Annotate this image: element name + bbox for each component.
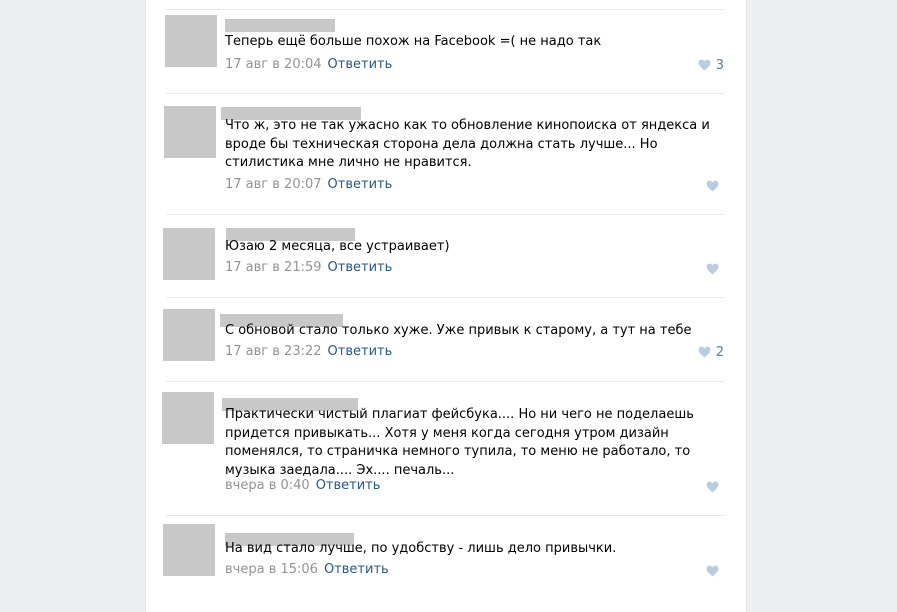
comment-text: Юзаю 2 месяца, все устраивает) <box>225 239 450 254</box>
comment-date[interactable]: 17 авг в 20:07 <box>225 177 322 192</box>
comments-feed: Теперь ещё больше похож на Facebook =( н… <box>145 0 747 612</box>
comment-date[interactable]: 17 авг в 21:59 <box>225 260 322 275</box>
like-button[interactable]: 3 <box>698 57 724 73</box>
comment-divider <box>166 297 724 298</box>
comment-divider <box>166 381 724 382</box>
heart-icon <box>706 565 719 577</box>
like-count: 2 <box>715 344 724 360</box>
comment-text: С обновой стало только хуже. Уже привык … <box>225 323 692 338</box>
heart-icon <box>698 346 711 358</box>
comment-text: На вид стало лучше, по удобству - лишь д… <box>225 541 617 556</box>
reply-link[interactable]: Ответить <box>328 344 393 359</box>
comment-divider <box>166 515 724 516</box>
like-button[interactable] <box>706 262 724 276</box>
reply-link[interactable]: Ответить <box>328 57 393 72</box>
author-name-redacted[interactable] <box>225 19 335 32</box>
like-button[interactable]: 2 <box>698 344 724 360</box>
avatar[interactable] <box>163 228 215 280</box>
comment-date[interactable]: 17 авг в 23:22 <box>225 344 322 359</box>
heart-icon <box>706 481 719 493</box>
like-button[interactable] <box>706 564 724 578</box>
avatar[interactable] <box>163 309 215 361</box>
avatar[interactable] <box>162 392 214 444</box>
avatar[interactable] <box>163 524 215 576</box>
comment-divider <box>166 9 724 10</box>
comment-meta: 17 авг в 23:22 Ответить <box>225 344 392 360</box>
comment-meta: вчера в 15:06 Ответить <box>225 562 389 578</box>
reply-link[interactable]: Ответить <box>328 177 393 192</box>
comment-date[interactable]: вчера в 0:40 <box>225 478 310 493</box>
comment-date[interactable]: 17 авг в 20:04 <box>225 57 322 72</box>
avatar[interactable] <box>165 15 217 67</box>
comment-meta: вчера в 0:40 Ответить <box>225 478 380 494</box>
heart-icon <box>698 59 711 71</box>
comment-text: Теперь ещё больше похож на Facebook =( н… <box>225 34 602 49</box>
comment-date[interactable]: вчера в 15:06 <box>225 562 318 577</box>
like-button[interactable] <box>706 179 724 193</box>
comment-text: Практически чистый плагиат фейсбука.... … <box>225 407 694 478</box>
like-count: 3 <box>715 57 724 73</box>
comment-text: Что ж, это не так ужасно как то обновлен… <box>225 118 710 170</box>
avatar[interactable] <box>164 106 216 158</box>
reply-link[interactable]: Ответить <box>324 562 389 577</box>
comment-meta: 17 авг в 21:59 Ответить <box>225 260 392 276</box>
comment-meta: 17 авг в 20:07 Ответить <box>225 177 392 193</box>
reply-link[interactable]: Ответить <box>316 478 381 493</box>
heart-icon <box>706 180 719 192</box>
like-button[interactable] <box>706 480 724 494</box>
comment-meta: 17 авг в 20:04 Ответить <box>225 57 392 73</box>
comment-divider <box>166 214 724 215</box>
reply-link[interactable]: Ответить <box>328 260 393 275</box>
heart-icon <box>706 263 719 275</box>
comment-divider <box>166 93 724 94</box>
